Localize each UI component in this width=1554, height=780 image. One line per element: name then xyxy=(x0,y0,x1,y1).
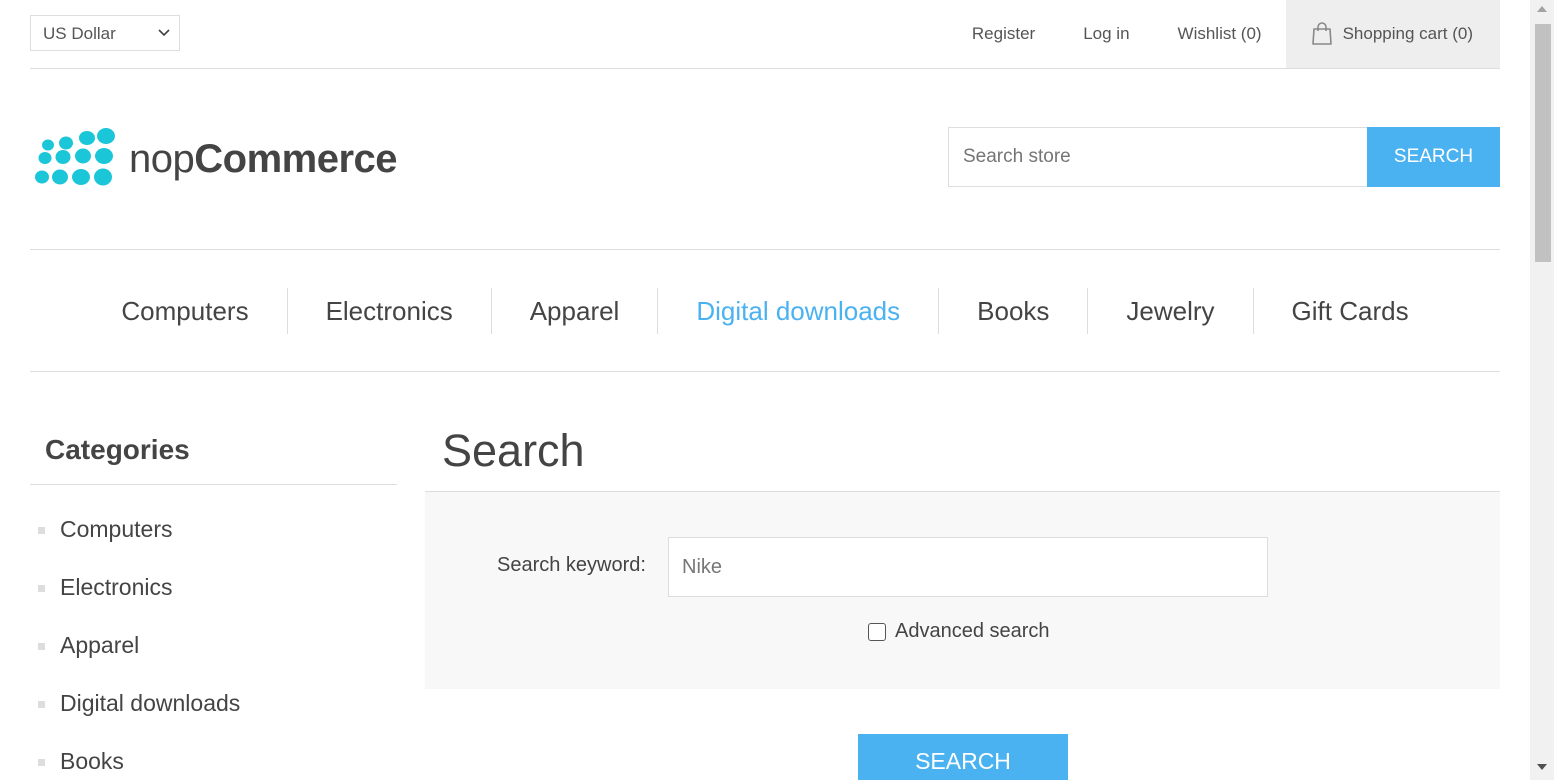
search-keyword-label: Search keyword: xyxy=(497,554,646,576)
search-keyword-input[interactable]: Nike xyxy=(668,537,1268,597)
page-title: Search xyxy=(442,425,585,476)
logo-dots-icon xyxy=(35,128,115,186)
scroll-up-arrow-icon[interactable] xyxy=(1537,6,1547,12)
scroll-down-arrow-icon[interactable] xyxy=(1537,764,1547,770)
menu-item-electronics[interactable]: Electronics xyxy=(286,287,491,334)
category-electronics[interactable]: Electronics xyxy=(30,558,397,616)
store-logo[interactable]: nopCommerce xyxy=(33,126,403,192)
menu-item-books[interactable]: Books xyxy=(938,287,1087,334)
categories-title: Categories xyxy=(30,420,397,485)
menu-item-computers[interactable]: Computers xyxy=(83,288,286,334)
scroll-thumb[interactable] xyxy=(1535,24,1551,262)
categories-sidebar: Categories Computers Electronics Apparel… xyxy=(30,420,397,780)
top-menu: Computers Electronics Apparel Digital do… xyxy=(30,249,1500,372)
search-panel: Search keyword: Nike Advanced search xyxy=(425,492,1500,689)
logo-text-light: nop xyxy=(129,136,195,181)
currency-select[interactable]: US Dollar xyxy=(30,15,180,51)
category-apparel[interactable]: Apparel xyxy=(30,616,397,674)
menu-item-jewelry[interactable]: Jewelry xyxy=(1087,287,1252,334)
logo-text-bold: Commerce xyxy=(194,136,398,181)
page-scrollbar[interactable] xyxy=(1530,0,1554,780)
logo-text: nopCommerce xyxy=(129,136,398,182)
menu-item-digital-downloads[interactable]: Digital downloads xyxy=(657,287,938,334)
chevron-down-icon xyxy=(158,29,170,37)
advanced-search-checkbox[interactable] xyxy=(868,622,886,641)
store-search-button[interactable]: SEARCH xyxy=(1367,127,1500,187)
search-button[interactable]: SEARCH xyxy=(858,734,1068,780)
category-books[interactable]: Books xyxy=(30,732,397,780)
shopping-cart-label: Shopping cart (0) xyxy=(1342,24,1473,43)
shopping-cart-link[interactable]: Shopping cart (0) xyxy=(1285,0,1500,68)
menu-item-apparel[interactable]: Apparel xyxy=(490,287,658,334)
wishlist-link[interactable]: Wishlist (0) xyxy=(1178,0,1262,68)
header-links: Register Log in Wishlist (0) Shopping ca… xyxy=(972,0,1500,68)
menu-item-gift-cards[interactable]: Gift Cards xyxy=(1252,287,1447,334)
page-title-bar: Search xyxy=(425,420,1500,492)
shopping-bag-icon xyxy=(1311,22,1332,45)
store-search: SEARCH xyxy=(948,127,1500,187)
category-computers[interactable]: Computers xyxy=(30,500,397,558)
categories-list: Computers Electronics Apparel Digital do… xyxy=(30,485,397,780)
currency-value: US Dollar xyxy=(43,24,116,43)
store-search-input[interactable] xyxy=(948,127,1367,187)
advanced-search-label: Advanced search xyxy=(895,620,1050,642)
advanced-search-option[interactable]: Advanced search xyxy=(868,620,1050,643)
register-link[interactable]: Register xyxy=(972,0,1035,68)
category-digital-downloads[interactable]: Digital downloads xyxy=(30,674,397,732)
login-link[interactable]: Log in xyxy=(1083,0,1129,68)
header-upper: US Dollar Register Log in Wishlist (0) S… xyxy=(30,0,1500,69)
